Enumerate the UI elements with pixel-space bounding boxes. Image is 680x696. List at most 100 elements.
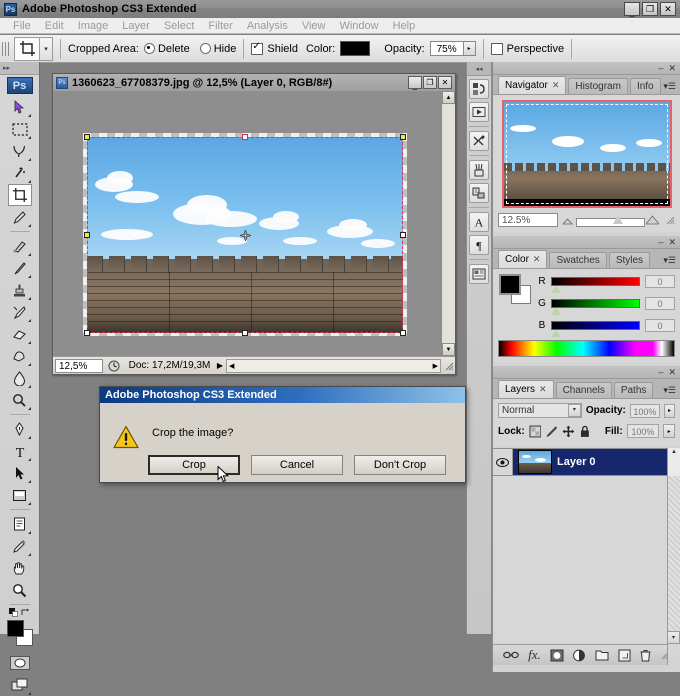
foreground-color-swatch[interactable]: [6, 620, 24, 637]
zoom-slider-track[interactable]: [576, 218, 645, 227]
blue-slider[interactable]: [551, 321, 640, 337]
document-canvas[interactable]: [53, 91, 443, 356]
hide-radio-group[interactable]: Hide: [199, 43, 236, 55]
zoom-out-icon[interactable]: [562, 216, 573, 226]
zoom-slider-thumb[interactable]: [613, 215, 624, 224]
layer-comps-icon[interactable]: [469, 264, 489, 284]
minimize-button[interactable]: _: [624, 2, 640, 16]
zoom-level-input[interactable]: 12,5%: [55, 358, 103, 373]
gradient-tool[interactable]: [8, 345, 32, 367]
path-selection-tool[interactable]: [8, 462, 32, 484]
tab-channels[interactable]: Channels: [555, 382, 612, 398]
tab-histogram[interactable]: Histogram: [568, 78, 628, 94]
foreground-color-swatch[interactable]: [499, 274, 521, 295]
status-bar-menu-arrow[interactable]: ▶: [214, 359, 226, 373]
new-group-icon[interactable]: [595, 649, 609, 661]
link-layers-icon[interactable]: [503, 650, 520, 660]
opacity-dropdown-arrow[interactable]: ▸: [663, 403, 675, 418]
lock-position-icon[interactable]: [562, 425, 575, 438]
dont-crop-button[interactable]: Don't Crop: [354, 455, 446, 475]
panel-menu-icon[interactable]: ▾☰: [663, 81, 676, 92]
crop-rotation-center-icon[interactable]: [240, 230, 251, 241]
crop-handle-middle-right[interactable]: [400, 232, 406, 238]
dock-expand-header[interactable]: ◂◂: [467, 62, 491, 76]
minimize-panel-icon[interactable]: –: [658, 367, 663, 377]
lock-transparent-pixels-icon[interactable]: [529, 425, 542, 438]
red-value-input[interactable]: 0: [645, 275, 675, 288]
eraser-tool[interactable]: [8, 323, 32, 345]
minimize-panel-icon[interactable]: –: [658, 63, 663, 73]
brushes-icon[interactable]: [469, 160, 489, 180]
layer-thumbnail[interactable]: [518, 450, 552, 474]
lock-image-pixels-icon[interactable]: [545, 425, 558, 438]
screen-mode-icon[interactable]: [8, 674, 32, 696]
options-bar-grip[interactable]: [2, 37, 11, 60]
document-horizontal-scrollbar[interactable]: ◀ ▶: [226, 358, 441, 373]
crop-handle-top-center[interactable]: [242, 134, 248, 140]
scroll-right-button[interactable]: ▶: [433, 362, 440, 370]
opacity-dropdown-arrow[interactable]: ▸: [463, 41, 476, 56]
menu-filter[interactable]: Filter: [201, 20, 239, 32]
notes-tool[interactable]: [8, 513, 32, 535]
document-title-bar[interactable]: Ps 1360623_67708379.jpg @ 12,5% (Layer 0…: [53, 74, 455, 92]
document-minimize-button[interactable]: _: [408, 76, 422, 90]
menu-select[interactable]: Select: [157, 20, 202, 32]
tool-presets-icon[interactable]: [469, 131, 489, 151]
menu-file[interactable]: File: [6, 20, 38, 32]
scroll-up-button[interactable]: ▲: [442, 91, 455, 104]
layers-scrollbar-track[interactable]: [667, 476, 680, 644]
layers-scroll-down-button[interactable]: ▾: [667, 631, 680, 644]
layer-row-layer-0[interactable]: Layer 0 ▲: [493, 448, 680, 665]
menu-window[interactable]: Window: [332, 20, 385, 32]
hand-tool[interactable]: [8, 557, 32, 579]
layer-opacity-input[interactable]: 100%: [629, 403, 660, 418]
resize-grip-icon[interactable]: [665, 215, 675, 225]
maximize-button[interactable]: ❐: [642, 2, 658, 16]
lock-all-icon[interactable]: [579, 425, 591, 438]
lasso-tool[interactable]: [8, 140, 32, 162]
green-slider[interactable]: [551, 299, 640, 315]
paragraph-icon[interactable]: ¶: [469, 235, 489, 255]
layer-mask-icon[interactable]: [550, 649, 564, 662]
history-brush-tool[interactable]: [8, 301, 32, 323]
close-icon[interactable]: ✕: [539, 384, 547, 395]
menu-layer[interactable]: Layer: [115, 20, 157, 32]
menu-edit[interactable]: Edit: [38, 20, 71, 32]
navigator-view-box[interactable]: [505, 104, 668, 204]
tab-layers[interactable]: Layers ✕: [498, 380, 554, 398]
rectangular-marquee-tool[interactable]: [8, 118, 32, 140]
tab-color[interactable]: Color ✕: [498, 250, 548, 268]
magic-wand-tool[interactable]: [8, 162, 32, 184]
swap-colors-icon[interactable]: [21, 608, 30, 617]
minimize-panel-icon[interactable]: –: [658, 237, 663, 247]
foreground-background-colors[interactable]: [6, 620, 33, 646]
shield-checkbox-group[interactable]: Shield: [251, 41, 298, 55]
color-spectrum-ramp[interactable]: [498, 340, 675, 357]
document-close-button[interactable]: ✕: [438, 76, 452, 89]
crop-handle-top-left[interactable]: [84, 134, 90, 140]
screen-mode-icon[interactable]: [469, 102, 489, 122]
blue-slider-knob[interactable]: [551, 330, 561, 337]
menu-analysis[interactable]: Analysis: [240, 20, 295, 32]
toolbox-collapse-header[interactable]: ▸▸: [0, 62, 39, 75]
scroll-down-button[interactable]: ▼: [442, 343, 455, 356]
panel-menu-icon[interactable]: ▾☰: [663, 255, 676, 266]
delete-layer-icon[interactable]: [640, 649, 651, 662]
crop-handle-middle-left[interactable]: [84, 232, 90, 238]
close-icon[interactable]: ✕: [552, 80, 560, 91]
opacity-field-group[interactable]: 75% ▸: [429, 41, 476, 56]
zoom-in-icon[interactable]: [646, 215, 659, 225]
zoom-tool[interactable]: [8, 579, 32, 601]
opacity-input[interactable]: 75%: [429, 41, 464, 56]
delete-radio[interactable]: [143, 43, 155, 54]
eyedropper-tool[interactable]: [8, 535, 32, 557]
brush-tool[interactable]: [8, 257, 32, 279]
rectangle-shape-tool[interactable]: [8, 484, 32, 506]
red-slider[interactable]: [551, 277, 640, 293]
slice-tool[interactable]: [8, 206, 32, 228]
cancel-button[interactable]: Cancel: [251, 455, 343, 475]
dodge-tool[interactable]: [8, 389, 32, 411]
layer-style-fx-icon[interactable]: fx.: [528, 647, 541, 663]
green-value-input[interactable]: 0: [645, 297, 675, 310]
default-colors-icon[interactable]: [9, 608, 18, 617]
